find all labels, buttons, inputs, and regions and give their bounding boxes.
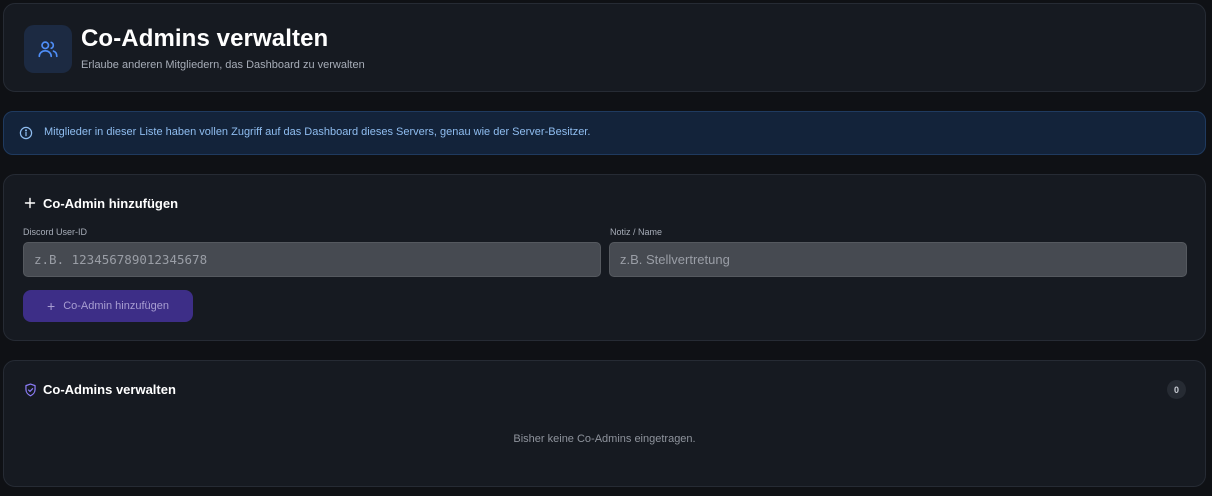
page-subtitle: Erlaube anderen Mitgliedern, das Dashboa… (81, 59, 365, 71)
add-section-title: Co-Admin hinzufügen (43, 196, 179, 211)
page-title: Co-Admins verwalten (81, 25, 329, 52)
add-co-admin-card: Co-Admin hinzufügen Discord User-ID Noti… (3, 174, 1206, 341)
list-section-title: Co-Admins verwalten (43, 382, 176, 397)
plus-icon (24, 197, 36, 209)
info-banner: Mitglieder in dieser Liste haben vollen … (3, 111, 1206, 155)
note-input[interactable] (609, 242, 1187, 277)
info-icon (19, 126, 33, 140)
user-id-input[interactable] (23, 242, 601, 277)
add-co-admin-button[interactable]: + Co-Admin hinzufügen (23, 290, 193, 322)
info-text: Mitglieder in dieser Liste haben vollen … (44, 126, 591, 138)
note-label: Notiz / Name (610, 227, 663, 237)
users-icon (24, 25, 72, 73)
shield-icon (25, 383, 36, 397)
page: Co-Admins verwalten Erlaube anderen Mitg… (0, 0, 1212, 496)
empty-state-text: Bisher keine Co-Admins eingetragen. (513, 433, 696, 445)
header-card: Co-Admins verwalten Erlaube anderen Mitg… (3, 3, 1206, 92)
user-id-label: Discord User-ID (23, 227, 88, 237)
co-admin-count-badge: 0 (1167, 380, 1186, 399)
add-button-label: Co-Admin hinzufügen (63, 300, 169, 312)
co-admin-list-card: Co-Admins verwalten 0 Bisher keine Co-Ad… (3, 360, 1206, 487)
plus-icon: + (47, 298, 56, 314)
